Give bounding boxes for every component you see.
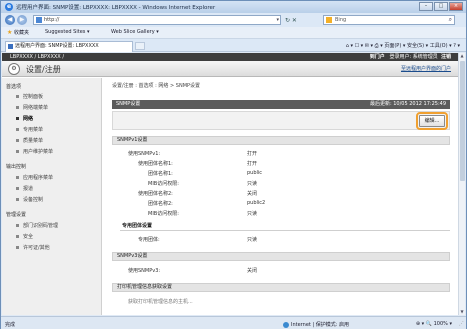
last-updated: 最后更新: 10/05 2012 17:25:49 — [369, 101, 446, 107]
search-input[interactable]: Bing ⌕ — [323, 15, 455, 25]
portal-link[interactable]: 至远程用户界面的门户 — [401, 65, 451, 72]
search-icon[interactable]: ⌕ — [449, 16, 452, 24]
search-placeholder: Bing — [335, 17, 347, 23]
minimize-button[interactable]: – — [419, 2, 433, 11]
community2-mib-label: MIB访问权限: — [148, 211, 179, 217]
suggested-sites-link[interactable]: Suggested Sites ▾ — [45, 29, 89, 35]
address-toolbar: ◀ ▶ http:// ▾ ↻ ✕ Bing ⌕ — [1, 13, 466, 27]
window-title: 远程用户界面: SNMP设置: LBPXXXX: LBPXXXX - Windo… — [16, 5, 216, 11]
globe-icon — [283, 321, 289, 328]
sidebar: 首选项 控制面板 网络端菜单 网络 专用菜单 质量菜单 用户维护菜单 输出控制 … — [2, 78, 102, 315]
community1-mib-value: 只读 — [247, 181, 258, 187]
community2-name-value: public2 — [247, 200, 266, 206]
login-user-label: 登录用户: — [389, 54, 412, 60]
device-header: LBPXXXX / LBPXXXX / 到门户 登录用户: 系统管理员 注销 — [2, 53, 459, 61]
page-title-bar: ⚙ 设置/注册 至远程用户界面的门户 — [2, 61, 459, 77]
use-snmpv1-label: 使用SNMPv1: — [128, 151, 161, 157]
panel-title: SNMP设置 — [116, 101, 141, 107]
sidebar-item-report[interactable]: 报道 — [16, 185, 33, 192]
address-input[interactable]: http:// ▾ — [33, 15, 281, 25]
scroll-down-icon[interactable]: ▼ — [459, 309, 465, 315]
login-user-value: 系统管理员 — [412, 54, 438, 60]
sidebar-section-management: 管理设置 — [6, 212, 27, 218]
page-icon — [36, 17, 42, 23]
tab-current[interactable]: 远程用户界面: SNMP设置: LBPXXXX — [5, 41, 133, 52]
refresh-stop-buttons[interactable]: ↻ ✕ — [285, 17, 297, 24]
sidebar-item-dedicated-menu[interactable]: 专用菜单 — [16, 126, 43, 133]
tab-label: 远程用户界面: SNMP设置: LBPXXXX — [15, 43, 99, 49]
favicon-icon — [8, 44, 13, 49]
dedicated-community-header: 专用团体设置 — [120, 222, 450, 231]
sidebar-section-preferences: 首选项 — [6, 84, 22, 90]
star-icon: ★ — [7, 29, 13, 36]
dedicated-community-value: 只读 — [247, 237, 258, 243]
chevron-down-icon[interactable]: ▾ — [276, 16, 279, 24]
command-bar[interactable]: ⌂ ▾ ☐ ▾ ✉ ▾ ⎙ ▾ 页面(P) ▾ 安全(S) ▾ 工具(O) ▾ … — [346, 42, 460, 49]
status-text: 完成 — [5, 322, 16, 328]
sidebar-item-application-menu[interactable]: 应用程序菜单 — [16, 174, 53, 181]
web-slice-gallery-link[interactable]: Web Slice Gallery ▾ — [111, 29, 159, 35]
use-snmpv1-value: 打开 — [247, 151, 258, 157]
main-content: 设置/注册 : 首选项 : 网络 > SNMP设置 SNMP设置 最后更新: 1… — [108, 78, 453, 315]
snmpv3-section-header: SNMPv3设置 — [112, 252, 450, 261]
ie-logo-icon: e — [5, 3, 13, 11]
community1-name-label: 团体名称1: — [148, 171, 173, 177]
new-tab-button[interactable] — [135, 42, 145, 50]
address-url: http:// — [44, 17, 60, 23]
sidebar-item-control-panel[interactable]: 控制面板 — [16, 93, 43, 100]
breadcrumb: 设置/注册 : 首选项 : 网络 > SNMP设置 — [112, 83, 201, 89]
community1-mib-label: MIB访问权限: — [148, 181, 179, 187]
use-community1-label: 使用团体名称1: — [138, 161, 173, 167]
status-bar: 完成 Internet | 保护模式: 启用 ⊕ ▾ 🔍 100% ▾ ⋰ — [1, 316, 466, 329]
maximize-button[interactable]: □ — [434, 2, 448, 11]
edit-button[interactable]: 编辑... — [416, 112, 448, 130]
favorites-button[interactable]: ★ 收藏夹 — [7, 29, 29, 36]
sidebar-item-user-maintenance[interactable]: 用户维护菜单 — [16, 148, 53, 155]
use-snmpv3-label: 使用SNMPv3: — [128, 268, 161, 274]
window-controls: – □ × — [419, 2, 463, 11]
dedicated-community-label: 专用团体: — [138, 237, 160, 243]
sidebar-item-network[interactable]: 网络 — [16, 115, 33, 122]
use-snmpv3-value: 关闭 — [247, 268, 258, 274]
printer-management-section-header: 打印机管理信息获取设置 — [112, 283, 450, 292]
back-button[interactable]: ◀ — [5, 15, 15, 25]
use-community2-label: 使用团体名称2: — [138, 191, 173, 197]
sidebar-item-network-menu[interactable]: 网络端菜单 — [16, 104, 48, 111]
sidebar-item-security[interactable]: 安全 — [16, 233, 33, 240]
tab-bar: 远程用户界面: SNMP设置: LBPXXXX ⌂ ▾ ☐ ▾ ✉ ▾ ⎙ ▾ … — [1, 39, 466, 52]
header-links: 到门户 登录用户: 系统管理员 注销 — [370, 53, 451, 61]
resize-grip-icon[interactable]: ⋰ — [459, 321, 464, 327]
scroll-up-icon[interactable]: ▲ — [459, 53, 465, 59]
use-community1-value: 打开 — [247, 161, 258, 167]
bing-icon — [326, 17, 332, 23]
community2-mib-value: 只读 — [247, 211, 258, 217]
zoom-control[interactable]: ⊕ ▾ 🔍 100% ▾ — [416, 321, 452, 327]
settings-icon: ⚙ — [8, 63, 20, 75]
community1-name-value: public — [247, 170, 263, 176]
browser-window: e 远程用户界面: SNMP设置: LBPXXXX: LBPXXXX - Win… — [0, 0, 467, 329]
favorites-bar: ★ 收藏夹 Suggested Sites ▾ Web Slice Galler… — [1, 27, 466, 39]
sidebar-item-department-id[interactable]: 部门识别码管理 — [16, 222, 58, 229]
snmpv1-section-header: SNMPv1设置 — [112, 136, 450, 145]
sidebar-item-license-other[interactable]: 许可证/其他 — [16, 244, 50, 251]
sidebar-section-output-control: 输出控制 — [6, 164, 27, 170]
panel-header: SNMP设置 最后更新: 10/05 2012 17:25:49 — [112, 100, 450, 109]
window-titlebar: e 远程用户界面: SNMP设置: LBPXXXX: LBPXXXX - Win… — [1, 1, 466, 13]
scroll-thumb[interactable] — [460, 61, 465, 181]
to-portal-link[interactable]: 到门户 — [370, 54, 385, 60]
sidebar-item-quality-menu[interactable]: 质量菜单 — [16, 137, 43, 144]
use-community2-value: 关闭 — [247, 191, 258, 197]
printer-management-row: 获取打印机管理信息的主机... — [128, 299, 193, 305]
close-button[interactable]: × — [449, 2, 463, 11]
edit-toolbar: 编辑... — [112, 111, 450, 130]
community2-name-label: 团体名称2: — [148, 201, 173, 207]
forward-button[interactable]: ▶ — [17, 15, 27, 25]
web-page: LBPXXXX / LBPXXXX / 到门户 登录用户: 系统管理员 注销 ⚙… — [2, 53, 459, 315]
vertical-scrollbar[interactable]: ▲ ▼ — [458, 53, 465, 315]
sidebar-item-device-control[interactable]: 设备控制 — [16, 196, 43, 203]
security-zone[interactable]: Internet | 保护模式: 启用 — [283, 321, 349, 328]
device-name: LBPXXXX / LBPXXXX / — [10, 54, 65, 60]
logout-link[interactable]: 注销 — [441, 54, 451, 60]
page-title: 设置/注册 — [26, 65, 61, 74]
